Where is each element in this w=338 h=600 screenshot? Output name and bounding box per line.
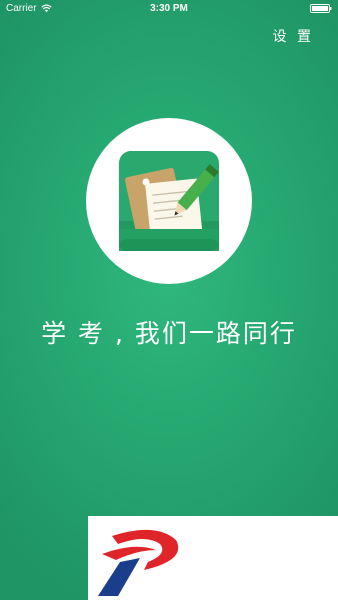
slogan-text: 学 考 , 我们一路同行 [41, 319, 297, 348]
status-time: 3:30 PM [150, 3, 188, 14]
brand-p-logo [98, 529, 179, 596]
logo-circle [86, 118, 252, 284]
status-bar: Carrier 3:30 PM [0, 0, 338, 18]
notepad-pencil-icon [119, 151, 219, 251]
battery-icon [310, 4, 332, 13]
settings-button[interactable]: 设 置 [273, 26, 314, 46]
brand-badge [88, 516, 338, 600]
